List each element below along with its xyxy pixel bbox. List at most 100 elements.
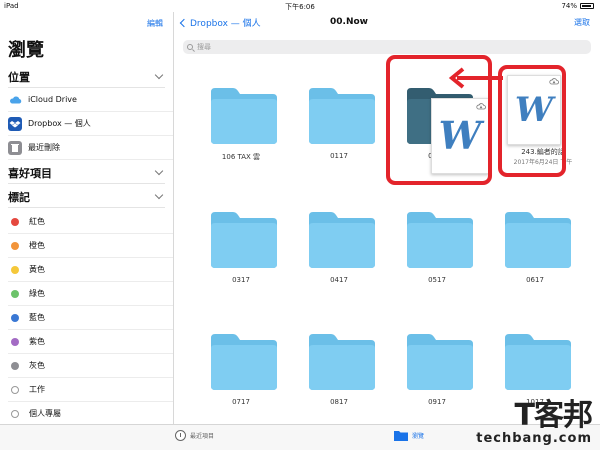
sidebar-tag-label: 紅色 bbox=[29, 217, 45, 226]
folder-item[interactable]: 0117 bbox=[299, 82, 379, 182]
folder-item[interactable]: 0717 bbox=[201, 328, 281, 428]
sidebar-item-trash[interactable]: 最近刪除 bbox=[8, 136, 173, 160]
chevron-left-icon bbox=[179, 18, 189, 27]
trash-icon bbox=[8, 140, 22, 155]
folder-item[interactable]: 0917 bbox=[397, 328, 477, 428]
sidebar-tag-item[interactable]: 藍色 bbox=[8, 306, 173, 330]
status-time: 下午6:06 bbox=[285, 3, 315, 11]
folder-icon bbox=[211, 88, 277, 144]
sidebar-tag-item[interactable]: 紫色 bbox=[8, 330, 173, 354]
battery-percent: 74% bbox=[561, 2, 577, 10]
tag-color-dot-icon bbox=[11, 265, 19, 274]
sidebar-tag-label: 工作 bbox=[29, 385, 45, 394]
sidebar-tag-label: 個人專屬 bbox=[29, 409, 61, 418]
back-label: Dropbox — 個人 bbox=[190, 19, 261, 29]
back-button[interactable]: Dropbox — 個人 bbox=[179, 16, 261, 29]
folder-item[interactable]: 106 TAX 雲 bbox=[201, 82, 281, 182]
folder-item[interactable]: 0417 bbox=[299, 206, 379, 306]
tag-color-dot-icon bbox=[11, 409, 19, 418]
sidebar-item-label: iCloud Drive bbox=[28, 95, 77, 104]
edit-button[interactable]: 編輯 bbox=[147, 18, 163, 29]
folder-icon bbox=[394, 431, 408, 441]
search-placeholder: 搜尋 bbox=[197, 43, 211, 51]
chevron-down-icon bbox=[154, 166, 164, 176]
select-button[interactable]: 選取 bbox=[574, 17, 590, 28]
icloud-icon bbox=[8, 93, 22, 107]
section-favorites[interactable]: 喜好項目 bbox=[8, 162, 165, 184]
tag-color-dot-icon bbox=[11, 241, 19, 250]
folder-label: 0617 bbox=[526, 276, 544, 284]
sidebar-tag-item[interactable]: 工作 bbox=[8, 378, 173, 402]
sidebar-tag-item[interactable]: 紅色 bbox=[8, 210, 173, 234]
sidebar-tag-label: 灰色 bbox=[29, 361, 45, 370]
watermark: T客邦 techbang.com bbox=[476, 398, 593, 447]
sidebar-tag-label: 紫色 bbox=[29, 337, 45, 346]
navigation-bar: Dropbox — 個人 00.Now 選取 bbox=[175, 12, 600, 36]
status-bar: iPad 下午6:06 74% bbox=[0, 0, 600, 12]
page-title: 00.Now bbox=[330, 17, 368, 27]
tab-browse[interactable]: 瀏覽 bbox=[394, 430, 424, 441]
folder-icon bbox=[309, 334, 375, 390]
folder-icon bbox=[505, 212, 571, 268]
folder-label: 0317 bbox=[232, 276, 250, 284]
folder-icon bbox=[309, 212, 375, 268]
dropbox-icon bbox=[8, 116, 22, 131]
tag-color-dot-icon bbox=[11, 313, 19, 322]
folder-item[interactable]: 0517 bbox=[397, 206, 477, 306]
folder-label: 0717 bbox=[232, 398, 250, 406]
tag-color-dot-icon bbox=[11, 385, 19, 394]
sidebar-tag-item[interactable]: 灰色 bbox=[8, 354, 173, 378]
folder-label: 0117 bbox=[330, 152, 348, 160]
sidebar-item-dropbox[interactable]: Dropbox — 個人 bbox=[8, 112, 173, 136]
folder-icon bbox=[407, 212, 473, 268]
folder-item[interactable]: 0817 bbox=[299, 328, 379, 428]
sidebar-tag-label: 綠色 bbox=[29, 289, 45, 298]
folder-icon bbox=[211, 212, 277, 268]
sidebar-tag-label: 黃色 bbox=[29, 265, 45, 274]
folder-icon bbox=[211, 334, 277, 390]
folder-icon bbox=[407, 334, 473, 390]
tab-recents-label: 最近項目 bbox=[190, 433, 215, 440]
folder-label: 0817 bbox=[330, 398, 348, 406]
section-favorites-label: 喜好項目 bbox=[8, 166, 52, 180]
sidebar-tag-item[interactable]: 個人專屬 bbox=[8, 402, 173, 424]
sidebar-tag-label: 藍色 bbox=[29, 313, 45, 322]
sidebar-item-label: Dropbox — 個人 bbox=[28, 119, 91, 128]
folder-icon bbox=[505, 334, 571, 390]
source-document-highlight bbox=[498, 65, 566, 177]
section-tags[interactable]: 標記 bbox=[8, 186, 165, 208]
section-tags-label: 標記 bbox=[8, 190, 30, 204]
sidebar-item-icloud[interactable]: iCloud Drive bbox=[8, 88, 173, 112]
chevron-down-icon bbox=[154, 70, 164, 80]
tag-color-dot-icon bbox=[11, 361, 19, 370]
main-content: Dropbox — 個人 00.Now 選取 搜尋 106 TAX 雲 0117 0… bbox=[175, 12, 600, 424]
battery-status: 74% bbox=[561, 2, 594, 10]
arrow-left-icon bbox=[448, 67, 503, 89]
tag-color-dot-icon bbox=[11, 217, 19, 226]
folder-label: 106 TAX 雲 bbox=[221, 153, 261, 161]
sidebar-tag-label: 橙色 bbox=[29, 241, 45, 250]
folder-icon bbox=[309, 88, 375, 144]
tag-color-dot-icon bbox=[11, 337, 19, 346]
sidebar-item-label: 最近刪除 bbox=[28, 143, 60, 152]
watermark-english: techbang.com bbox=[476, 431, 592, 446]
folder-label: 0417 bbox=[330, 276, 348, 284]
section-locations[interactable]: 位置 bbox=[8, 66, 165, 88]
search-input[interactable]: 搜尋 bbox=[183, 40, 591, 54]
folder-item[interactable]: 0617 bbox=[495, 206, 575, 306]
tab-recents[interactable]: 最近項目 bbox=[175, 430, 214, 441]
section-locations-label: 位置 bbox=[8, 70, 30, 84]
sidebar-tag-item[interactable]: 橙色 bbox=[8, 234, 173, 258]
sidebar: 編輯 瀏覽 位置 iCloud Drive Dropbox — 個人 最近刪除 … bbox=[0, 12, 174, 424]
sidebar-tag-item[interactable]: 綠色 bbox=[8, 282, 173, 306]
tab-browse-label: 瀏覽 bbox=[412, 433, 425, 440]
tag-color-dot-icon bbox=[11, 289, 19, 298]
chevron-down-icon bbox=[154, 190, 164, 200]
battery-icon bbox=[580, 3, 594, 9]
folder-item[interactable]: 0317 bbox=[201, 206, 281, 306]
clock-icon bbox=[175, 430, 186, 441]
sidebar-tag-item[interactable]: 黃色 bbox=[8, 258, 173, 282]
folder-label: 0917 bbox=[428, 398, 446, 406]
watermark-chinese: T客邦 bbox=[514, 398, 593, 433]
folder-label: 0517 bbox=[428, 276, 446, 284]
